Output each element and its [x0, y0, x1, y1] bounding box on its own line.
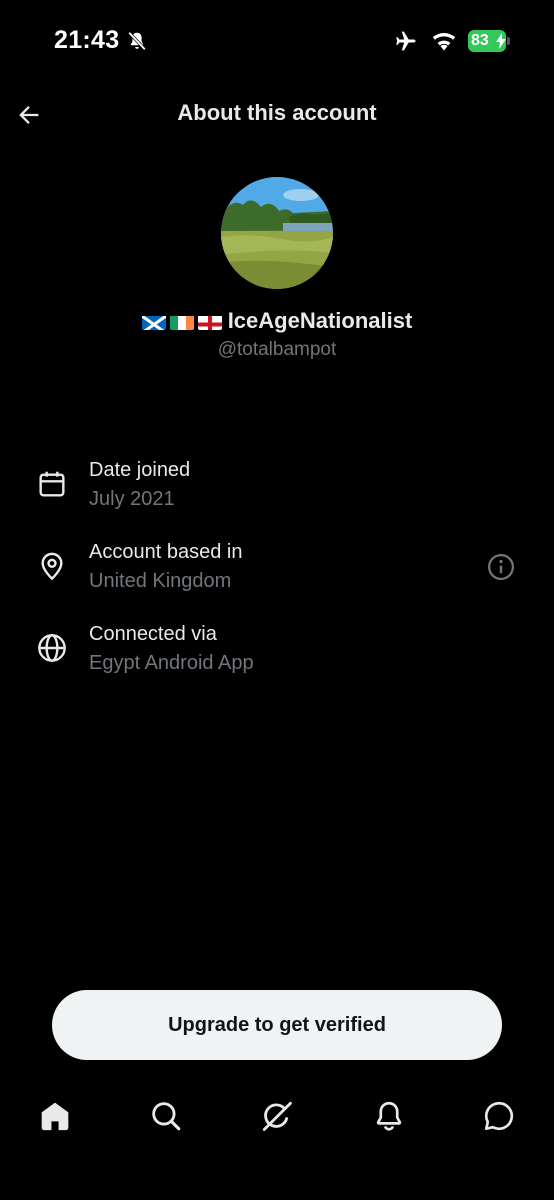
nav-grok[interactable]	[260, 1099, 294, 1133]
wifi-icon	[432, 33, 456, 51]
info-label: Account based in	[89, 541, 243, 563]
info-label: Connected via	[89, 623, 217, 645]
ireland-flag-icon	[169, 313, 194, 330]
page-title: About this account	[177, 100, 377, 125]
home-icon	[41, 1102, 69, 1131]
charging-bolt-icon	[496, 33, 506, 49]
battery-tip	[507, 37, 510, 45]
search-icon	[152, 1102, 181, 1131]
status-bar: 21:43 83	[0, 0, 554, 84]
nav-home[interactable]	[38, 1099, 72, 1133]
avatar-landscape-image	[221, 177, 333, 289]
airplane-icon	[396, 31, 416, 51]
battery-indicator: 83	[468, 30, 510, 52]
bell-icon	[376, 1101, 402, 1131]
info-icon[interactable]	[486, 552, 516, 582]
flag-list	[141, 313, 222, 330]
nav-notifications[interactable]	[372, 1099, 406, 1133]
info-row-connected-via: Connected via Egypt Android App	[0, 620, 554, 690]
info-value: July 2021	[89, 488, 175, 510]
display-name-text: IceAgeNationalist	[227, 308, 413, 333]
nav-messages[interactable]	[482, 1099, 516, 1133]
user-handle: @totalbampot	[217, 339, 337, 360]
info-label: Date joined	[89, 459, 191, 481]
england-flag-icon	[197, 313, 222, 330]
calendar-icon	[39, 471, 65, 497]
info-value: Egypt Android App	[89, 652, 254, 674]
globe-icon	[38, 634, 66, 662]
grok-icon	[262, 1101, 292, 1131]
status-time: 21:43	[54, 26, 120, 54]
avatar[interactable]	[221, 177, 333, 289]
nav-search[interactable]	[149, 1099, 183, 1133]
info-row-account-location: Account based in United Kingdom	[0, 538, 554, 608]
display-name: IceAgeNationalist	[0, 308, 554, 334]
scotland-flag-icon	[141, 313, 166, 330]
location-pin-icon	[41, 552, 63, 581]
info-row-date-joined: Date joined July 2021	[0, 456, 554, 526]
chat-bubble-icon	[484, 1101, 514, 1131]
info-value: United Kingdom	[89, 570, 232, 592]
bell-slash-icon	[128, 31, 146, 51]
about-account-screen: 21:43 83 About this account IceAgeNation…	[0, 0, 554, 1200]
upgrade-verified-button[interactable]: Upgrade to get verified	[52, 990, 502, 1060]
